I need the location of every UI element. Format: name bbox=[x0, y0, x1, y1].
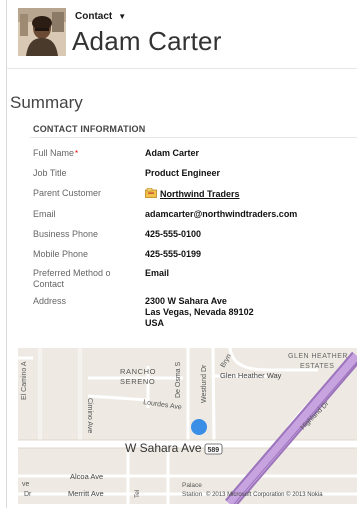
map-label-westlund: Westlund Dr bbox=[201, 364, 208, 403]
record-title: Adam Carter bbox=[72, 26, 222, 56]
map-copyright: © 2013 Microsoft Corporation © 2013 Noki… bbox=[206, 491, 323, 498]
map-label-glen-heather-way: Glen Heather Way bbox=[220, 371, 282, 380]
map-label-tel: Tel bbox=[134, 489, 141, 498]
required-marker: * bbox=[75, 149, 79, 158]
job-title-value[interactable]: Product Engineer bbox=[145, 168, 353, 179]
section-divider bbox=[30, 137, 357, 138]
full-name-value[interactable]: Adam Carter bbox=[145, 148, 353, 159]
map-label-left-edge2: Dr bbox=[24, 491, 32, 498]
business-phone-link[interactable]: 425-555-0100 bbox=[145, 229, 353, 240]
address-label: Address bbox=[33, 296, 67, 306]
map-label-sereno: SERENO bbox=[120, 377, 155, 386]
chevron-down-icon[interactable]: ▼ bbox=[118, 12, 126, 21]
map-label-alcoa: Alcoa Ave bbox=[70, 472, 103, 481]
contact-avatar[interactable] bbox=[18, 8, 66, 56]
map-label-rancho: RANCHO bbox=[120, 367, 156, 376]
preferred-method-label: Preferred Method o Contact bbox=[33, 268, 111, 289]
record-header: Contact ▼ Adam Carter bbox=[18, 8, 357, 64]
entity-label: Contact bbox=[75, 11, 113, 22]
job-title-label: Job Title bbox=[33, 168, 67, 178]
entity-selector[interactable]: Contact ▼ bbox=[75, 11, 126, 22]
map-label-el-camino: El Camino A bbox=[21, 361, 28, 400]
header-divider bbox=[6, 68, 357, 69]
frame-border bbox=[6, 0, 7, 508]
map-label-cimino: Cimino Ave bbox=[86, 398, 93, 433]
map-label-merritt: Merritt Ave bbox=[68, 489, 104, 498]
email-label: Email bbox=[33, 209, 56, 219]
email-link[interactable]: adamcarter@northwindtraders.com bbox=[145, 209, 353, 220]
map-label-glen-heather-1: GLEN HEATHER bbox=[288, 353, 348, 360]
section-title: CONTACT INFORMATION bbox=[33, 124, 146, 134]
account-icon bbox=[145, 188, 157, 198]
map-label-route: 589 bbox=[208, 447, 220, 454]
address-line1: 2300 W Sahara Ave bbox=[145, 296, 227, 306]
map-label-sahara: W Sahara Ave bbox=[125, 441, 202, 455]
address-line2: Las Vegas, Nevada 89102 bbox=[145, 307, 254, 317]
map-label-palace-2: Station bbox=[182, 491, 203, 498]
map-label-palace-1: Palace bbox=[182, 482, 202, 489]
parent-customer-link[interactable]: Northwind Traders bbox=[160, 189, 240, 199]
full-name-label: Full Name bbox=[33, 148, 75, 158]
business-phone-label: Business Phone bbox=[33, 229, 99, 239]
address-value[interactable]: 2300 W Sahara Ave Las Vegas, Nevada 8910… bbox=[145, 296, 353, 329]
map-label-left-edge: ve bbox=[22, 481, 30, 488]
address-map[interactable]: El Camino A Cimino Ave RANCHO SERENO De … bbox=[18, 348, 357, 504]
parent-customer-label: Parent Customer bbox=[33, 188, 102, 198]
mobile-phone-label: Mobile Phone bbox=[33, 249, 89, 259]
map-label-glen-heather-2: ESTATES bbox=[300, 363, 334, 370]
preferred-method-value[interactable]: Email bbox=[145, 268, 353, 279]
parent-customer-value[interactable]: Northwind Traders bbox=[145, 188, 353, 200]
address-line3: USA bbox=[145, 318, 165, 328]
mobile-phone-link[interactable]: 425-555-0199 bbox=[145, 249, 353, 260]
location-pin-icon bbox=[191, 419, 207, 435]
summary-tab-title[interactable]: Summary bbox=[10, 93, 83, 113]
map-label-de-osma: De Osma S bbox=[175, 361, 182, 398]
